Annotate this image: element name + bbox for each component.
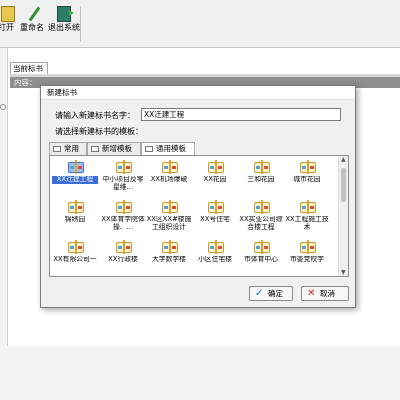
template-item-label: XX花园: [203, 176, 227, 183]
scroll-down-icon[interactable]: ▼: [341, 269, 346, 276]
template-item-label: XX迁建工程: [52, 176, 98, 184]
template-item[interactable]: XX迁建工程: [52, 160, 98, 194]
toolbar-separator: [80, 6, 81, 42]
tab-general-templates-label: 通用模板: [156, 144, 186, 153]
tab-new-templates-label: 新增模板: [102, 144, 132, 153]
cancel-button-label: 取消: [320, 289, 335, 298]
book-icon: [68, 200, 84, 214]
template-item[interactable]: 小区住宅楼: [192, 240, 238, 274]
template-item[interactable]: XX体育学院体操、...: [100, 200, 146, 234]
template-item-label: 中小项目及零星维...: [102, 176, 144, 191]
template-item-label: XX机场爆破: [150, 176, 188, 183]
template-item[interactable]: XX实业公司综合楼工程: [238, 200, 284, 234]
book-icon: [208, 160, 224, 174]
book-icon: [116, 200, 132, 214]
template-item-label: 市体育中心: [244, 256, 278, 263]
template-item[interactable]: XX有限公司一: [52, 240, 98, 274]
tab-common-label: 常用: [64, 144, 79, 153]
checkmark-icon: ✓: [255, 288, 264, 299]
tab-page-icon: [53, 146, 61, 152]
book-icon: [162, 200, 178, 214]
ok-button-label: 确定: [268, 289, 283, 298]
dialog-title: 新建标书: [41, 86, 355, 100]
exit-button-label: 退出系统: [48, 23, 80, 32]
template-list: XX迁建工程 中小项目及零星维... XX机场爆破 XX花园 三和花园 城市花园…: [49, 155, 349, 277]
template-item[interactable]: XX号住宅: [192, 200, 238, 234]
tab-current-bid[interactable]: 当前标书: [10, 62, 48, 74]
tab-page-icon: [91, 146, 99, 152]
template-item[interactable]: XX机场爆破: [146, 160, 192, 194]
template-item[interactable]: 大学数学楼: [146, 240, 192, 274]
template-item[interactable]: 三和花园: [238, 160, 284, 194]
template-item[interactable]: XX行政楼: [100, 240, 146, 274]
scrollbar-thumb[interactable]: [341, 168, 346, 202]
new-bid-dialog: 新建标书 请输入新建标书名字： 请选择新建标书的模板： 常用 新增模板 通用模板…: [40, 85, 356, 308]
book-icon: [300, 160, 316, 174]
book-icon: [116, 160, 132, 174]
template-item[interactable]: 锦绣园: [52, 200, 98, 234]
panel-toggle-icon[interactable]: [0, 104, 6, 110]
main-toolbar: 打开 重命名 退出系统: [0, 0, 400, 48]
open-button[interactable]: 打开: [0, 4, 16, 46]
exit-icon: [57, 6, 74, 22]
template-select-label: 请选择新建标书的模板：: [55, 127, 143, 136]
book-icon: [116, 240, 132, 254]
book-icon: [300, 200, 316, 214]
exit-button[interactable]: 退出系统: [48, 4, 80, 46]
book-icon: [254, 200, 270, 214]
template-item[interactable]: XX工程施工技术: [284, 200, 330, 234]
book-icon: [208, 240, 224, 254]
bid-name-label: 请输入新建标书名字：: [55, 111, 135, 120]
tab-general-templates[interactable]: 通用模板: [141, 142, 195, 155]
book-icon: [162, 160, 178, 174]
template-item-label: XX号住宅: [200, 216, 230, 223]
tab-common[interactable]: 常用: [49, 142, 87, 155]
bid-name-input[interactable]: [141, 108, 341, 121]
template-item-label: 三和花园: [247, 176, 275, 183]
tab-new-templates[interactable]: 新增模板: [87, 142, 141, 155]
open-button-label: 打开: [0, 23, 14, 32]
close-icon: ✕: [307, 288, 316, 299]
book-icon: [162, 240, 178, 254]
folder-open-icon: [1, 6, 15, 22]
ok-button[interactable]: ✓ 确定: [249, 286, 293, 301]
rename-button-label: 重命名: [20, 23, 44, 32]
cancel-button[interactable]: ✕ 取消: [301, 286, 349, 301]
template-item-label: XX工程施工技术: [285, 216, 329, 231]
template-item[interactable]: 市委党校学: [284, 240, 330, 274]
template-item-label: XX区XX#楼施工组织设计: [146, 216, 192, 231]
scroll-up-icon[interactable]: ▲: [341, 156, 346, 163]
template-item-label: XX体育学院体操、...: [101, 216, 145, 231]
template-item[interactable]: 中小项目及零星维...: [100, 160, 146, 194]
book-icon: [254, 160, 270, 174]
book-icon: [68, 240, 84, 254]
template-item-label: 大学数学楼: [152, 256, 186, 263]
template-item-label: XX行政楼: [108, 256, 138, 263]
template-item-label: XX实业公司综合楼工程: [239, 216, 283, 231]
template-item-label: 城市花园: [293, 176, 321, 183]
book-icon: [254, 240, 270, 254]
template-item[interactable]: 城市花园: [284, 160, 330, 194]
rename-button[interactable]: 重命名: [20, 4, 48, 46]
pencil-icon: [27, 6, 41, 22]
template-item-label: 锦绣园: [64, 216, 86, 223]
template-item-label: 市委党校学: [290, 256, 324, 263]
tab-page-icon: [145, 146, 153, 152]
template-item[interactable]: XX花园: [192, 160, 238, 194]
template-item[interactable]: 市体育中心: [238, 240, 284, 274]
book-icon: [208, 200, 224, 214]
template-item-label: 小区住宅楼: [198, 256, 232, 263]
book-icon: [300, 240, 316, 254]
book-icon: [68, 160, 84, 174]
template-item[interactable]: XX区XX#楼施工组织设计: [146, 200, 192, 234]
template-scrollbar[interactable]: ▲ ▼: [338, 156, 348, 276]
status-area: [0, 346, 400, 400]
template-item-label: XX有限公司一: [53, 256, 97, 263]
